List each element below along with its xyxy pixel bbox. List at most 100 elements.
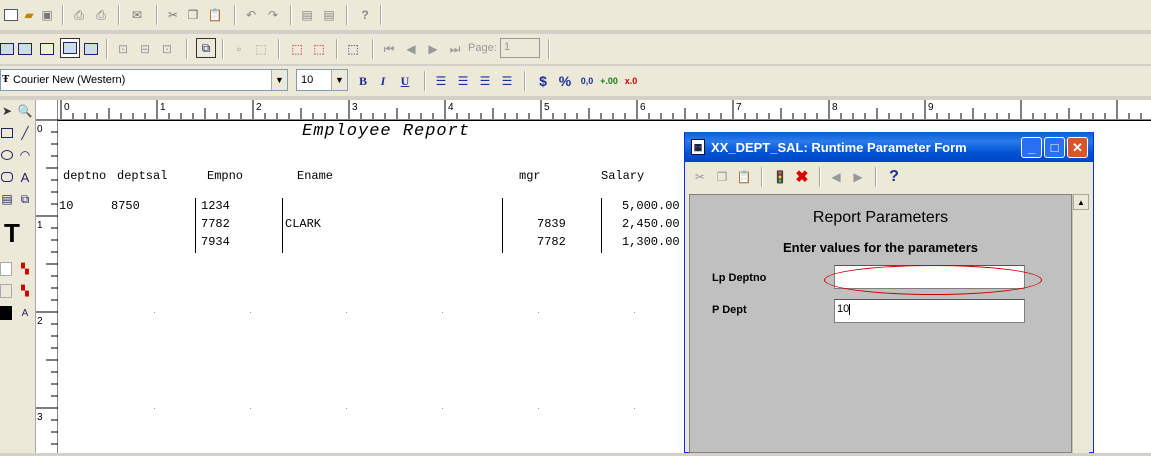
run-paper-icon[interactable]: ▤ — [320, 6, 338, 24]
arc-tool-icon[interactable]: ◠ — [16, 146, 34, 164]
trailer-section-icon[interactable]: ⊡ — [158, 40, 176, 58]
rounded-rect-icon[interactable] — [0, 168, 16, 186]
open-folder-icon[interactable]: ▰ — [20, 6, 38, 24]
ruler-label: 5 — [544, 102, 550, 113]
report-title[interactable]: Employee Report — [302, 122, 470, 141]
select-parent-frame-icon[interactable]: ⬚ — [288, 40, 306, 58]
font-size-select[interactable]: 10 ▼ — [296, 69, 348, 91]
fill-color-icon[interactable]: ▚ — [16, 260, 34, 278]
minimize-button[interactable]: _ — [1021, 137, 1042, 158]
dialog-titlebar[interactable]: ▦ XX_DEPT_SAL: Runtime Parameter Form _ … — [685, 132, 1093, 162]
close-button[interactable]: ✕ — [1067, 137, 1088, 158]
cell-empno[interactable]: 7782 — [201, 217, 230, 231]
paper-layout-icon[interactable] — [60, 38, 80, 58]
cell-empno[interactable]: 1234 — [201, 199, 230, 213]
header-deptno[interactable]: deptno — [63, 169, 106, 183]
vertical-scrollbar[interactable]: ▲ — [1072, 194, 1089, 453]
text-format-icon[interactable]: T — [4, 218, 20, 249]
comma-button[interactable]: 0,0 — [578, 72, 596, 90]
group-deptno[interactable]: 10 — [59, 199, 73, 213]
cell-salary[interactable]: 2,450.00 — [622, 217, 680, 231]
align-left-icon[interactable]: ☰ — [432, 72, 450, 90]
select-arrow-icon[interactable]: ➤ — [0, 102, 16, 120]
copy-icon[interactable]: ❐ — [184, 6, 202, 24]
save-icon[interactable]: ▣ — [38, 6, 56, 24]
maximize-button[interactable]: □ — [1044, 137, 1065, 158]
confine-icon[interactable]: ▫ — [230, 40, 248, 58]
header-mgr[interactable]: mgr — [519, 169, 541, 183]
header-deptsal[interactable]: deptsal — [117, 169, 167, 183]
header-section-icon[interactable]: ⊡ — [114, 40, 132, 58]
cell-salary[interactable]: 5,000.00 — [622, 199, 680, 213]
chevron-down-icon[interactable]: ▼ — [331, 70, 347, 90]
redo-icon[interactable]: ↷ — [264, 6, 282, 24]
header-salary[interactable]: Salary — [601, 169, 644, 183]
next-page-icon[interactable]: ▶ — [849, 168, 867, 186]
cut-icon[interactable]: ✂ — [691, 168, 709, 186]
font-name-select[interactable]: Ŧ Courier New (Western) ▼ — [0, 69, 288, 91]
header-empno[interactable]: Empno — [207, 169, 243, 183]
help-icon[interactable]: ? — [356, 6, 374, 24]
mail-icon[interactable]: ✉ — [128, 6, 146, 24]
chevron-down-icon[interactable]: ▼ — [271, 70, 287, 90]
cell-mgr[interactable]: 7782 — [537, 235, 566, 249]
cell-empno[interactable]: 7934 — [201, 235, 230, 249]
p-dept-input[interactable]: 10 — [834, 299, 1025, 323]
cancel-x-icon[interactable]: ✖ — [793, 168, 811, 186]
text-tool-icon[interactable]: A — [16, 168, 34, 186]
align-center-icon[interactable]: ☰ — [454, 72, 472, 90]
prev-page-icon[interactable]: ◀ — [827, 168, 845, 186]
rectangle-tool-icon[interactable] — [0, 124, 16, 142]
fill-color-swatch[interactable] — [0, 262, 12, 276]
align-right-icon[interactable]: ☰ — [476, 72, 494, 90]
bold-button[interactable]: B — [354, 72, 372, 90]
new-file-icon[interactable] — [2, 6, 20, 24]
select-children-icon[interactable]: ⬚ — [310, 40, 328, 58]
align-objects-icon[interactable]: ⬚ — [344, 40, 362, 58]
cell-ename[interactable]: CLARK — [285, 217, 321, 231]
first-page-icon[interactable]: ⏮ — [380, 40, 398, 58]
frame-icon[interactable]: ⧉ — [196, 38, 216, 58]
line-color-swatch[interactable] — [0, 284, 12, 298]
remove-decimal-button[interactable]: x.0 — [622, 72, 640, 90]
main-section-icon[interactable]: ⊟ — [136, 40, 154, 58]
cut-icon[interactable]: ✂ — [164, 6, 182, 24]
paste-icon[interactable]: 📋 — [206, 6, 224, 24]
web-source-icon[interactable] — [82, 40, 100, 58]
field-tool-icon[interactable]: ▤ — [0, 190, 16, 208]
magnify-icon[interactable]: 🔍 — [16, 102, 34, 120]
param-form-icon[interactable] — [38, 40, 56, 58]
flex-icon[interactable]: ⬚ — [252, 40, 270, 58]
page-number-field[interactable]: 1 — [500, 38, 540, 58]
print-icon[interactable]: ⎙ — [70, 6, 88, 24]
text-color-swatch[interactable] — [0, 306, 12, 320]
prev-page-icon[interactable]: ◀ — [402, 40, 420, 58]
justify-icon[interactable]: ☰ — [498, 72, 516, 90]
cell-salary[interactable]: 1,300.00 — [622, 235, 680, 249]
italic-button[interactable]: I — [374, 72, 392, 90]
frame-tool-icon[interactable]: ⧉ — [16, 190, 34, 208]
line-tool-icon[interactable]: ╱ — [16, 124, 34, 142]
undo-icon[interactable]: ↶ — [242, 6, 260, 24]
print-preview-icon[interactable]: ⎙ — [92, 6, 110, 24]
percent-button[interactable]: % — [556, 72, 574, 90]
paste-icon[interactable]: 📋 — [735, 168, 753, 186]
add-decimal-button[interactable]: +.00 — [600, 72, 618, 90]
cell-mgr[interactable]: 7839 — [537, 217, 566, 231]
line-color-icon[interactable]: ▚ — [16, 282, 34, 300]
scroll-up-button[interactable]: ▲ — [1073, 194, 1089, 210]
group-deptsal[interactable]: 8750 — [111, 199, 140, 213]
copy-icon[interactable]: ❐ — [713, 168, 731, 186]
ellipse-tool-icon[interactable] — [0, 146, 16, 164]
text-color-icon[interactable]: A — [16, 304, 34, 322]
layout-model-icon[interactable] — [16, 40, 34, 58]
data-model-icon[interactable] — [0, 40, 16, 58]
run-report-icon[interactable]: ▤ — [298, 6, 316, 24]
last-page-icon[interactable]: ⏭ — [446, 40, 464, 58]
currency-button[interactable]: $ — [534, 72, 552, 90]
help-button[interactable]: ? — [885, 168, 903, 186]
underline-button[interactable]: U — [396, 72, 414, 90]
next-page-icon[interactable]: ▶ — [424, 40, 442, 58]
header-ename[interactable]: Ename — [297, 169, 333, 183]
run-traffic-light-icon[interactable]: 🚦 — [771, 168, 789, 186]
